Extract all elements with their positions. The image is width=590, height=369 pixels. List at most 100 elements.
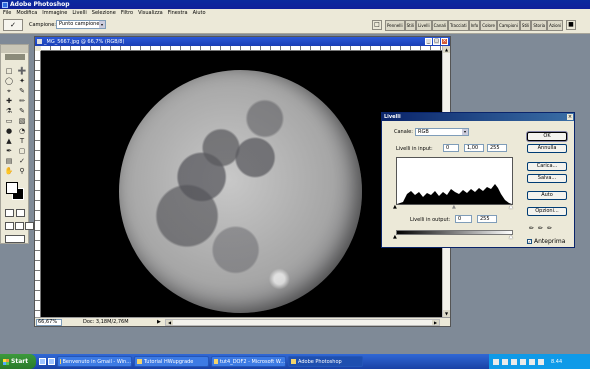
sample-size-select[interactable]: Punto campione ▾ bbox=[56, 20, 106, 29]
menu-window[interactable]: Finestra bbox=[168, 10, 188, 16]
gradient-tool-icon[interactable]: ▧ bbox=[16, 117, 28, 126]
minimize-button[interactable]: _ bbox=[425, 38, 432, 45]
brush-tool-icon[interactable]: ✏ bbox=[16, 97, 28, 106]
save-button[interactable]: Salva... bbox=[527, 174, 567, 183]
output-levels-slider[interactable]: ▲ ▲ bbox=[393, 235, 513, 240]
input-white-field[interactable]: 255 bbox=[487, 144, 507, 152]
update-icon[interactable] bbox=[538, 358, 544, 365]
taskbar-item-photoshop[interactable]: Adobe Photoshop bbox=[288, 356, 363, 367]
taskbar-item-word[interactable]: tut4_DOF2 - Microsoft W... bbox=[211, 356, 286, 367]
well-tab-color[interactable]: Colore bbox=[480, 20, 498, 31]
horizontal-scrollbar[interactable]: ◀ ▶ bbox=[165, 319, 440, 326]
menu-view[interactable]: Visualizza bbox=[138, 10, 163, 16]
well-tab-styles[interactable]: Stili bbox=[404, 20, 417, 31]
messenger-icon[interactable] bbox=[520, 358, 526, 365]
notes-tool-icon[interactable]: ▤ bbox=[3, 157, 15, 166]
scroll-down-icon[interactable]: ▼ bbox=[443, 310, 450, 317]
tool-preset-picker[interactable]: ✓ bbox=[3, 19, 23, 31]
well-tab-styles-2[interactable]: Stili bbox=[519, 20, 532, 31]
workspace-button[interactable]: ■ bbox=[566, 20, 576, 30]
network-icon[interactable] bbox=[493, 358, 499, 365]
levels-dialog-titlebar[interactable]: Livelli × bbox=[382, 113, 574, 121]
output-black-field[interactable]: 0 bbox=[455, 215, 472, 223]
preview-checkbox[interactable]: ✓ bbox=[527, 239, 532, 244]
well-tab-swatches[interactable]: Campioni bbox=[497, 20, 520, 31]
well-tab-actions[interactable]: Azioni bbox=[547, 20, 564, 31]
black-eyedropper-icon[interactable]: ✏ bbox=[529, 225, 534, 232]
output-black-slider-icon[interactable]: ▲ bbox=[393, 235, 397, 240]
cancel-button[interactable]: Annulla bbox=[527, 144, 567, 153]
browser-icon[interactable] bbox=[48, 358, 55, 365]
magic-wand-tool-icon[interactable]: ✦ bbox=[16, 77, 28, 86]
standard-mode-button[interactable] bbox=[5, 209, 14, 217]
output-white-field[interactable]: 255 bbox=[477, 215, 497, 223]
standard-screen-button[interactable] bbox=[5, 222, 14, 230]
clone-stamp-tool-icon[interactable]: ⚗ bbox=[3, 107, 15, 116]
antivirus-icon[interactable] bbox=[511, 358, 517, 365]
scroll-right-icon[interactable]: ▶ bbox=[432, 320, 439, 325]
channel-select[interactable]: RGB ▾ bbox=[415, 128, 469, 136]
well-tab-info[interactable]: Info bbox=[468, 20, 481, 31]
start-button[interactable]: Start bbox=[0, 354, 36, 369]
menu-file[interactable]: File bbox=[3, 10, 11, 16]
history-brush-tool-icon[interactable]: ✎ bbox=[16, 107, 28, 116]
taskbar-item-tutorial-folder[interactable]: Tutorial HWupgrade bbox=[134, 356, 209, 367]
white-eyedropper-icon[interactable]: ✏ bbox=[547, 225, 552, 232]
auto-button[interactable]: Auto bbox=[527, 191, 567, 200]
well-tab-layers[interactable]: Livelli bbox=[416, 20, 432, 31]
zoom-field[interactable]: 66,67% bbox=[36, 319, 62, 326]
eyedropper-tool-icon[interactable]: ✓ bbox=[16, 157, 28, 166]
input-gamma-field[interactable]: 1,00 bbox=[464, 144, 484, 152]
input-levels-slider[interactable]: ▲ ▲ ▲ bbox=[393, 205, 513, 210]
close-button[interactable]: × bbox=[441, 38, 448, 45]
scroll-left-icon[interactable]: ◀ bbox=[166, 320, 173, 325]
dodge-tool-icon[interactable]: ◔ bbox=[16, 127, 28, 136]
move-tool-icon[interactable]: ➕ bbox=[16, 67, 28, 76]
menu-edit[interactable]: Modifica bbox=[16, 10, 37, 16]
dialog-close-icon[interactable]: × bbox=[567, 114, 573, 120]
volume-icon[interactable] bbox=[502, 358, 508, 365]
menu-layers[interactable]: Livelli bbox=[72, 10, 86, 16]
shape-tool-icon[interactable]: ▢ bbox=[16, 147, 28, 156]
type-tool-icon[interactable]: T bbox=[16, 137, 28, 146]
jump-to-imageready-button[interactable] bbox=[5, 235, 25, 243]
crop-tool-icon[interactable]: ⌖ bbox=[3, 87, 15, 96]
zoom-tool-icon[interactable]: ⚲ bbox=[16, 167, 28, 176]
menu-image[interactable]: Immagine bbox=[42, 10, 67, 16]
menu-select[interactable]: Selezione bbox=[92, 10, 116, 16]
marquee-tool-icon[interactable]: □ bbox=[3, 67, 15, 76]
quick-mask-button[interactable] bbox=[16, 209, 25, 217]
taskbar-item-gmail[interactable]: Benvenuto in Gmail - Win... bbox=[57, 356, 132, 367]
input-black-field[interactable]: 0 bbox=[443, 144, 459, 152]
blur-tool-icon[interactable]: ● bbox=[3, 127, 15, 136]
ok-button[interactable]: OK bbox=[527, 132, 567, 141]
show-desktop-icon[interactable] bbox=[39, 358, 46, 365]
slice-tool-icon[interactable]: ✎ bbox=[16, 87, 28, 96]
toolbox-header[interactable] bbox=[1, 45, 28, 53]
input-white-slider-icon[interactable]: ▲ bbox=[509, 205, 513, 210]
lasso-tool-icon[interactable]: ◯ bbox=[3, 77, 15, 86]
file-browser-button[interactable]: □ bbox=[372, 20, 382, 30]
well-tab-paths[interactable]: Tracciati bbox=[448, 20, 469, 31]
eraser-tool-icon[interactable]: ▭ bbox=[3, 117, 15, 126]
well-tab-brushes[interactable]: Pennelli bbox=[385, 20, 405, 31]
input-gamma-slider-icon[interactable]: ▲ bbox=[452, 205, 456, 210]
pen-tool-icon[interactable]: ✒ bbox=[3, 147, 15, 156]
menu-filter[interactable]: Filtro bbox=[121, 10, 133, 16]
maximize-button[interactable]: □ bbox=[433, 38, 440, 45]
full-screen-button[interactable] bbox=[25, 222, 34, 230]
hand-tool-icon[interactable]: ✋ bbox=[3, 167, 15, 176]
options-button[interactable]: Opzioni... bbox=[527, 207, 567, 216]
security-icon[interactable] bbox=[529, 358, 535, 365]
output-white-slider-icon[interactable]: ▲ bbox=[509, 235, 513, 240]
adobe-logo[interactable] bbox=[5, 54, 25, 60]
full-screen-menu-button[interactable] bbox=[15, 222, 24, 230]
input-black-slider-icon[interactable]: ▲ bbox=[393, 205, 397, 210]
document-titlebar[interactable]: _MG_5667.jpg @ 66,7% (RGB/8) _ □ × bbox=[35, 37, 450, 46]
scroll-up-icon[interactable]: ▲ bbox=[443, 46, 450, 53]
status-menu-icon[interactable]: ▶ bbox=[157, 319, 161, 325]
gray-eyedropper-icon[interactable]: ✏ bbox=[538, 225, 543, 232]
well-tab-history[interactable]: Storia bbox=[531, 20, 548, 31]
menu-help[interactable]: Aiuto bbox=[193, 10, 206, 16]
clock[interactable]: 8.44 bbox=[551, 359, 562, 365]
